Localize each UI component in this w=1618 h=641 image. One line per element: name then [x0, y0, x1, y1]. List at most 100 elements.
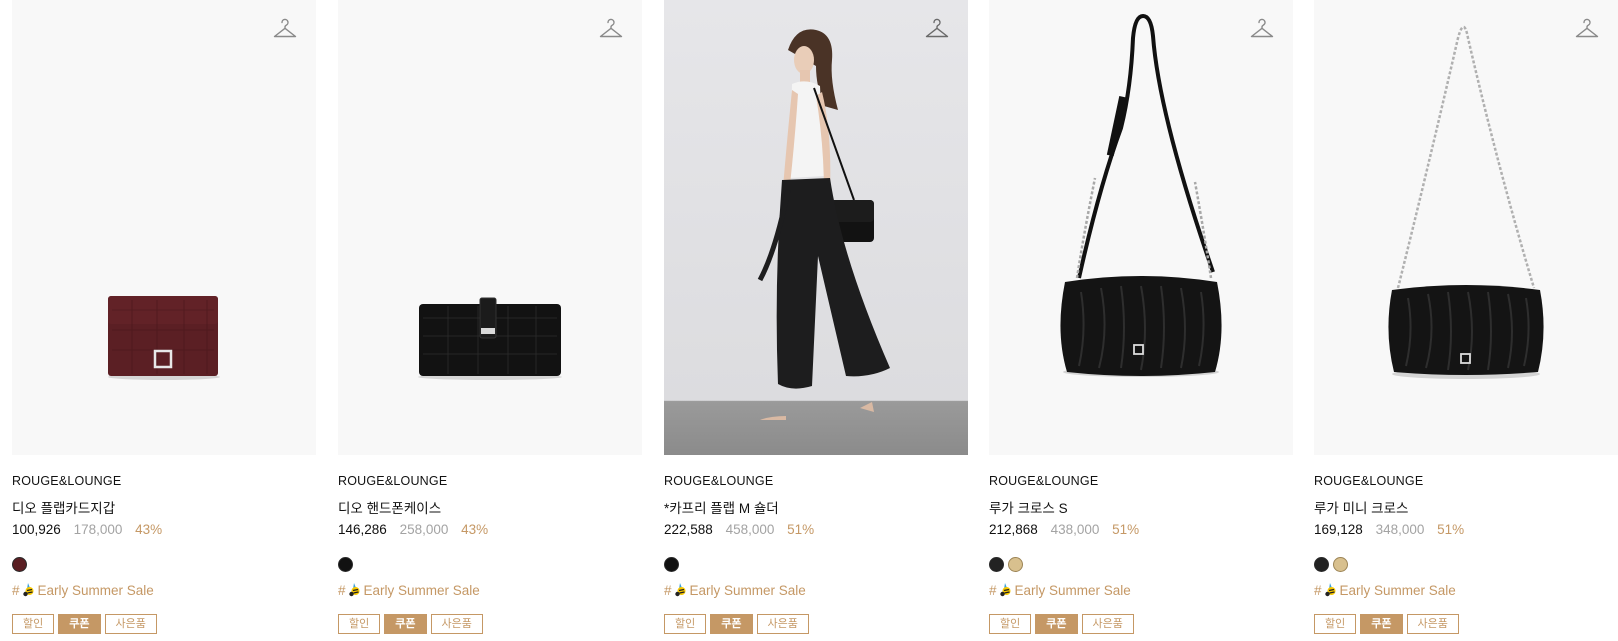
product-card[interactable]: ROUGE&LOUNGE 루가 미니 크로스 169,128 348,000 5…: [1314, 0, 1618, 634]
badge-discount: 할인: [1314, 614, 1357, 634]
color-swatch[interactable]: [338, 557, 353, 572]
color-swatch[interactable]: [1314, 557, 1329, 572]
color-swatch[interactable]: [664, 557, 679, 572]
badge-coupon: 쿠폰: [1035, 614, 1078, 634]
promo-tag[interactable]: # Early Summer Sale: [338, 582, 642, 600]
original-price: 348,000: [1375, 522, 1425, 537]
product-brand[interactable]: ROUGE&LOUNGE: [1314, 474, 1618, 490]
color-swatch[interactable]: [989, 557, 1004, 572]
product-card[interactable]: ROUGE&LOUNGE *카프리 플랩 M 숄더 222,588 458,00…: [664, 0, 968, 634]
badge-discount: 할인: [664, 614, 707, 634]
promo-tag[interactable]: # Early Summer Sale: [664, 582, 968, 600]
hanger-icon[interactable]: [1574, 16, 1600, 42]
tag-hash: #: [338, 583, 346, 598]
color-swatches: [664, 557, 968, 575]
tag-label: Early Summer Sale: [37, 583, 154, 598]
hanger-icon[interactable]: [598, 16, 624, 42]
promo-tag[interactable]: # Early Summer Sale: [1314, 582, 1618, 600]
hanger-icon[interactable]: [1249, 16, 1275, 42]
card-wallet-image: [108, 296, 220, 380]
product-name[interactable]: 디오 플랩카드지갑: [12, 497, 316, 516]
price-row: 169,128 348,000 51%: [1314, 522, 1618, 540]
tag-hash: #: [664, 583, 672, 598]
product-image[interactable]: [989, 0, 1293, 455]
badge-coupon: 쿠폰: [384, 614, 427, 634]
benefit-badges: 할인 쿠폰 사은품: [989, 614, 1293, 634]
card-crossbag-s-image: [1060, 13, 1222, 377]
promo-tag[interactable]: # Early Summer Sale: [989, 582, 1293, 600]
benefit-badges: 할인 쿠폰 사은품: [664, 614, 968, 634]
bee-emoji-icon: [674, 583, 686, 597]
tag-label: Early Summer Sale: [1014, 583, 1131, 598]
benefit-badges: 할인 쿠폰 사은품: [1314, 614, 1618, 634]
bee-emoji-icon: [22, 583, 34, 597]
product-grid: ROUGE&LOUNGE 디오 플랩카드지갑 100,926 178,000 4…: [0, 0, 1618, 641]
badge-gift: 사은품: [430, 614, 483, 634]
discount-rate: 51%: [1437, 522, 1465, 537]
color-swatches: [1314, 557, 1618, 575]
product-brand[interactable]: ROUGE&LOUNGE: [664, 474, 968, 490]
tag-hash: #: [12, 583, 20, 598]
product-image[interactable]: [338, 0, 642, 455]
original-price: 458,000: [725, 522, 775, 537]
badge-gift: 사은품: [1406, 614, 1459, 634]
hanger-icon[interactable]: [272, 16, 298, 42]
tag-hash: #: [1314, 583, 1322, 598]
badge-gift: 사은품: [1081, 614, 1134, 634]
price-row: 100,926 178,000 43%: [12, 522, 316, 540]
sale-price: 222,588: [664, 522, 713, 537]
card-crossbag-mini-image: [1388, 25, 1544, 379]
promo-tag[interactable]: # Early Summer Sale: [12, 582, 316, 600]
product-name[interactable]: 디오 핸드폰케이스: [338, 497, 642, 516]
tag-label: Early Summer Sale: [1339, 583, 1456, 598]
color-swatch[interactable]: [1008, 557, 1023, 572]
badge-discount: 할인: [338, 614, 381, 634]
product-name[interactable]: 루가 미니 크로스: [1314, 497, 1618, 516]
bee-emoji-icon: [1324, 583, 1336, 597]
tag-hash: #: [989, 583, 997, 598]
badge-coupon: 쿠폰: [58, 614, 101, 634]
sale-price: 100,926: [12, 522, 61, 537]
bee-emoji-icon: [999, 583, 1011, 597]
sale-price: 212,868: [989, 522, 1038, 537]
product-image[interactable]: [12, 0, 316, 455]
badge-gift: 사은품: [104, 614, 157, 634]
product-card[interactable]: ROUGE&LOUNGE 디오 플랩카드지갑 100,926 178,000 4…: [12, 0, 316, 634]
discount-rate: 51%: [787, 522, 815, 537]
card-phonecase-image: [418, 297, 562, 380]
product-brand[interactable]: ROUGE&LOUNGE: [12, 474, 316, 490]
product-brand[interactable]: ROUGE&LOUNGE: [989, 474, 1293, 490]
sale-price: 169,128: [1314, 522, 1363, 537]
tag-label: Early Summer Sale: [689, 583, 806, 598]
badge-discount: 할인: [12, 614, 55, 634]
tag-label: Early Summer Sale: [363, 583, 480, 598]
price-row: 146,286 258,000 43%: [338, 522, 642, 540]
product-brand[interactable]: ROUGE&LOUNGE: [338, 474, 642, 490]
benefit-badges: 할인 쿠폰 사은품: [12, 614, 316, 634]
original-price: 178,000: [73, 522, 123, 537]
product-image[interactable]: [664, 0, 968, 455]
product-card[interactable]: ROUGE&LOUNGE 디오 핸드폰케이스 146,286 258,000 4…: [338, 0, 642, 634]
price-row: 222,588 458,000 51%: [664, 522, 968, 540]
hanger-icon[interactable]: [924, 16, 950, 42]
discount-rate: 43%: [461, 522, 489, 537]
product-image[interactable]: [1314, 0, 1618, 455]
color-swatches: [338, 557, 642, 575]
original-price: 438,000: [1050, 522, 1100, 537]
color-swatches: [989, 557, 1293, 575]
badge-coupon: 쿠폰: [1360, 614, 1403, 634]
benefit-badges: 할인 쿠폰 사은품: [338, 614, 642, 634]
color-swatch[interactable]: [1333, 557, 1348, 572]
discount-rate: 51%: [1112, 522, 1140, 537]
original-price: 258,000: [399, 522, 449, 537]
product-name[interactable]: 루가 크로스 S: [989, 497, 1293, 516]
card-model-photo: [757, 29, 890, 420]
badge-coupon: 쿠폰: [710, 614, 753, 634]
color-swatches: [12, 557, 316, 575]
color-swatch[interactable]: [12, 557, 27, 572]
product-card[interactable]: ROUGE&LOUNGE 루가 크로스 S 212,868 438,000 51…: [989, 0, 1293, 634]
product-name[interactable]: *카프리 플랩 M 숄더: [664, 497, 968, 516]
price-row: 212,868 438,000 51%: [989, 522, 1293, 540]
badge-gift: 사은품: [756, 614, 809, 634]
sale-price: 146,286: [338, 522, 387, 537]
